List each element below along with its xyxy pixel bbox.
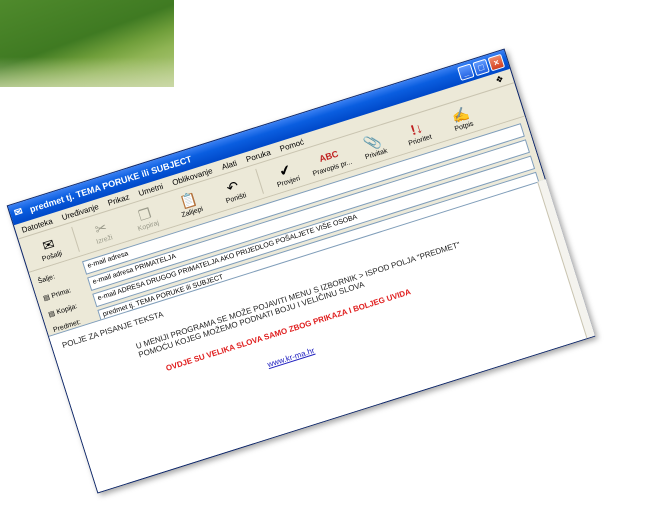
address-book-icon: ▤ xyxy=(42,293,51,303)
minimize-button[interactable]: _ xyxy=(457,63,475,82)
menu-item-alati[interactable]: Alati xyxy=(220,158,238,171)
address-book-icon: ▤ xyxy=(47,309,56,319)
background-grass-image xyxy=(0,0,174,87)
compose-window: ✉ predmet tj. TEMA PORUKE ili SUBJECT _ … xyxy=(6,48,596,494)
maximize-button[interactable]: □ xyxy=(472,58,490,77)
envelope-icon: ✉ xyxy=(12,206,25,220)
close-button[interactable]: × xyxy=(487,53,506,72)
